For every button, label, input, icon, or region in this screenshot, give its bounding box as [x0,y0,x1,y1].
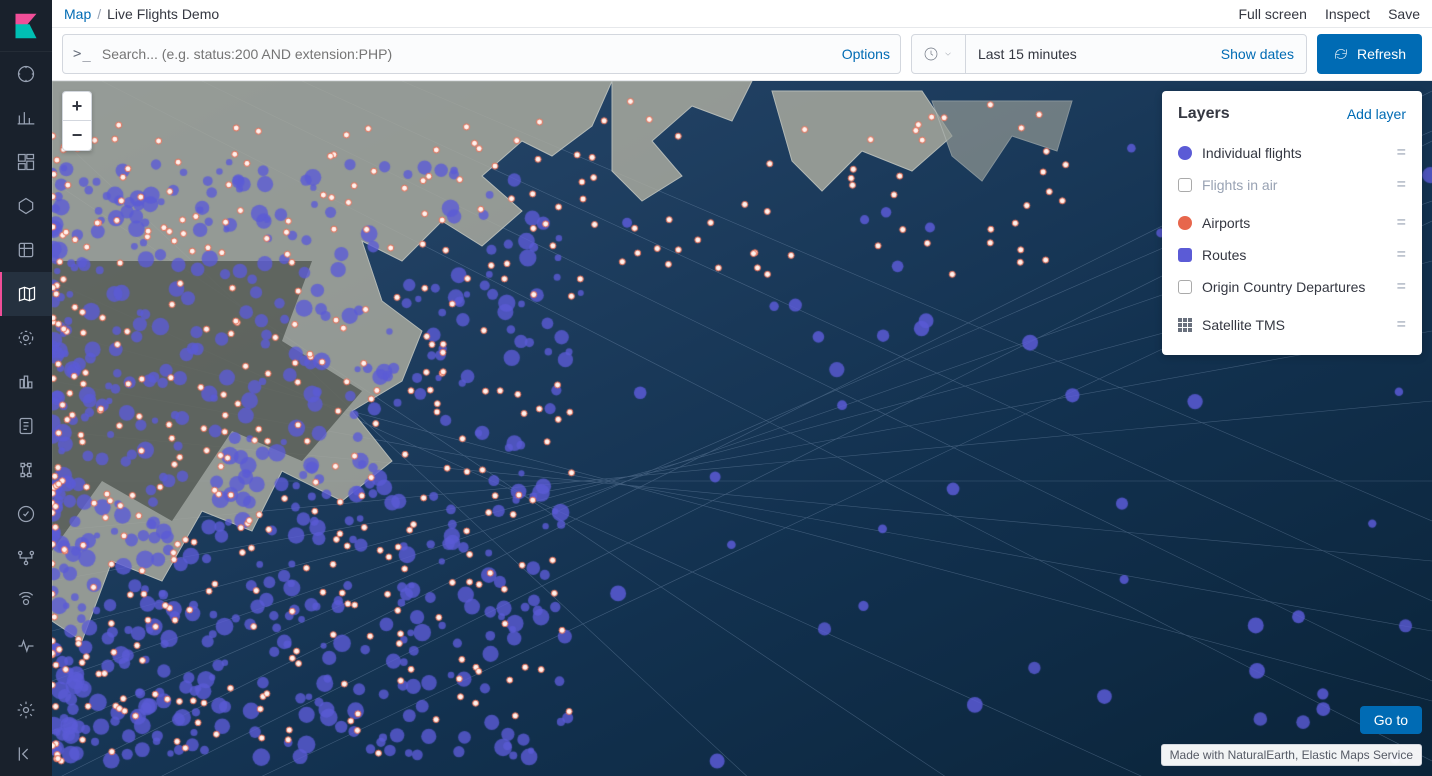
show-dates-button[interactable]: Show dates [1221,46,1294,62]
layers-panel: Layers Add layer Individual flights=Flig… [1162,91,1422,355]
drag-handle-icon[interactable]: = [1397,279,1406,295]
layer-swatch [1178,280,1192,294]
zoom-out-button[interactable]: − [62,121,92,151]
breadcrumb-current: Live Flights Demo [107,6,219,22]
nav-dashboard[interactable] [0,140,52,184]
goto-button[interactable]: Go to [1360,706,1422,734]
drag-handle-icon[interactable]: = [1397,145,1406,161]
drag-handle-icon[interactable]: = [1397,215,1406,231]
nav-graph[interactable] [0,448,52,492]
layer-name: Individual flights [1202,145,1387,161]
layer-swatch [1178,146,1192,160]
refresh-icon [1333,46,1349,62]
zoom-in-button[interactable]: + [62,91,92,121]
map-attribution: Made with NaturalEarth, Elastic Maps Ser… [1161,744,1422,766]
layer-item-5[interactable]: Satellite TMS = [1178,309,1406,341]
map-canvas[interactable]: + − Layers Add layer Individual flights =… [52,81,1432,776]
layer-name: Satellite TMS [1202,317,1387,333]
layer-item-4[interactable]: Origin Country Departures = [1178,271,1406,303]
save-button[interactable]: Save [1388,6,1420,22]
drag-handle-icon[interactable]: = [1397,317,1406,333]
kibana-logo[interactable] [0,0,52,52]
layer-swatch [1178,216,1192,230]
zoom-control: + − [62,91,92,151]
nav-monitoring[interactable] [0,580,52,624]
nav-discover[interactable] [0,52,52,96]
inspect-button[interactable]: Inspect [1325,6,1370,22]
nav-infra[interactable] [0,228,52,272]
layer-item-3[interactable]: Routes = [1178,239,1406,271]
nav-visualize[interactable] [0,96,52,140]
nav-devtools[interactable] [0,536,52,580]
layer-swatch [1178,248,1192,262]
query-bar: >_ Options Last 15 minutes Show dates Re… [52,28,1432,81]
layer-item-1[interactable]: Flights in air = [1178,169,1406,201]
add-layer-button[interactable]: Add layer [1347,106,1406,122]
nav-management[interactable] [0,688,52,732]
refresh-button[interactable]: Refresh [1317,34,1422,74]
search-box[interactable]: >_ Options [62,34,901,74]
time-range-value: Last 15 minutes [978,46,1077,62]
layer-item-2[interactable]: Airports = [1178,207,1406,239]
drag-handle-icon[interactable]: = [1397,177,1406,193]
nav-logs[interactable] [0,404,52,448]
layer-swatch [1178,318,1192,332]
nav-heartbeat[interactable] [0,624,52,668]
breadcrumb: Map / Live Flights Demo [64,6,219,22]
nav-maps[interactable] [0,272,52,316]
layer-name: Routes [1202,247,1387,263]
layer-name: Origin Country Departures [1202,279,1387,295]
nav-ml[interactable] [0,316,52,360]
breadcrumb-root[interactable]: Map [64,6,91,22]
layer-name: Flights in air [1202,177,1387,193]
layers-title: Layers [1178,105,1230,123]
layer-name: Airports [1202,215,1387,231]
app-sidebar [0,0,52,776]
console-icon: >_ [73,46,92,62]
time-picker[interactable]: Last 15 minutes Show dates [911,34,1307,74]
top-toolbar: Map / Live Flights Demo Full screen Insp… [52,0,1432,28]
nav-uptime[interactable] [0,492,52,536]
drag-handle-icon[interactable]: = [1397,247,1406,263]
calendar-icon[interactable] [912,35,966,73]
fullscreen-button[interactable]: Full screen [1238,6,1306,22]
nav-collapse[interactable] [0,732,52,776]
layer-swatch [1178,178,1192,192]
layer-item-0[interactable]: Individual flights = [1178,137,1406,169]
nav-apm[interactable] [0,360,52,404]
search-options-button[interactable]: Options [832,46,890,62]
search-input[interactable] [102,46,832,62]
nav-canvas[interactable] [0,184,52,228]
